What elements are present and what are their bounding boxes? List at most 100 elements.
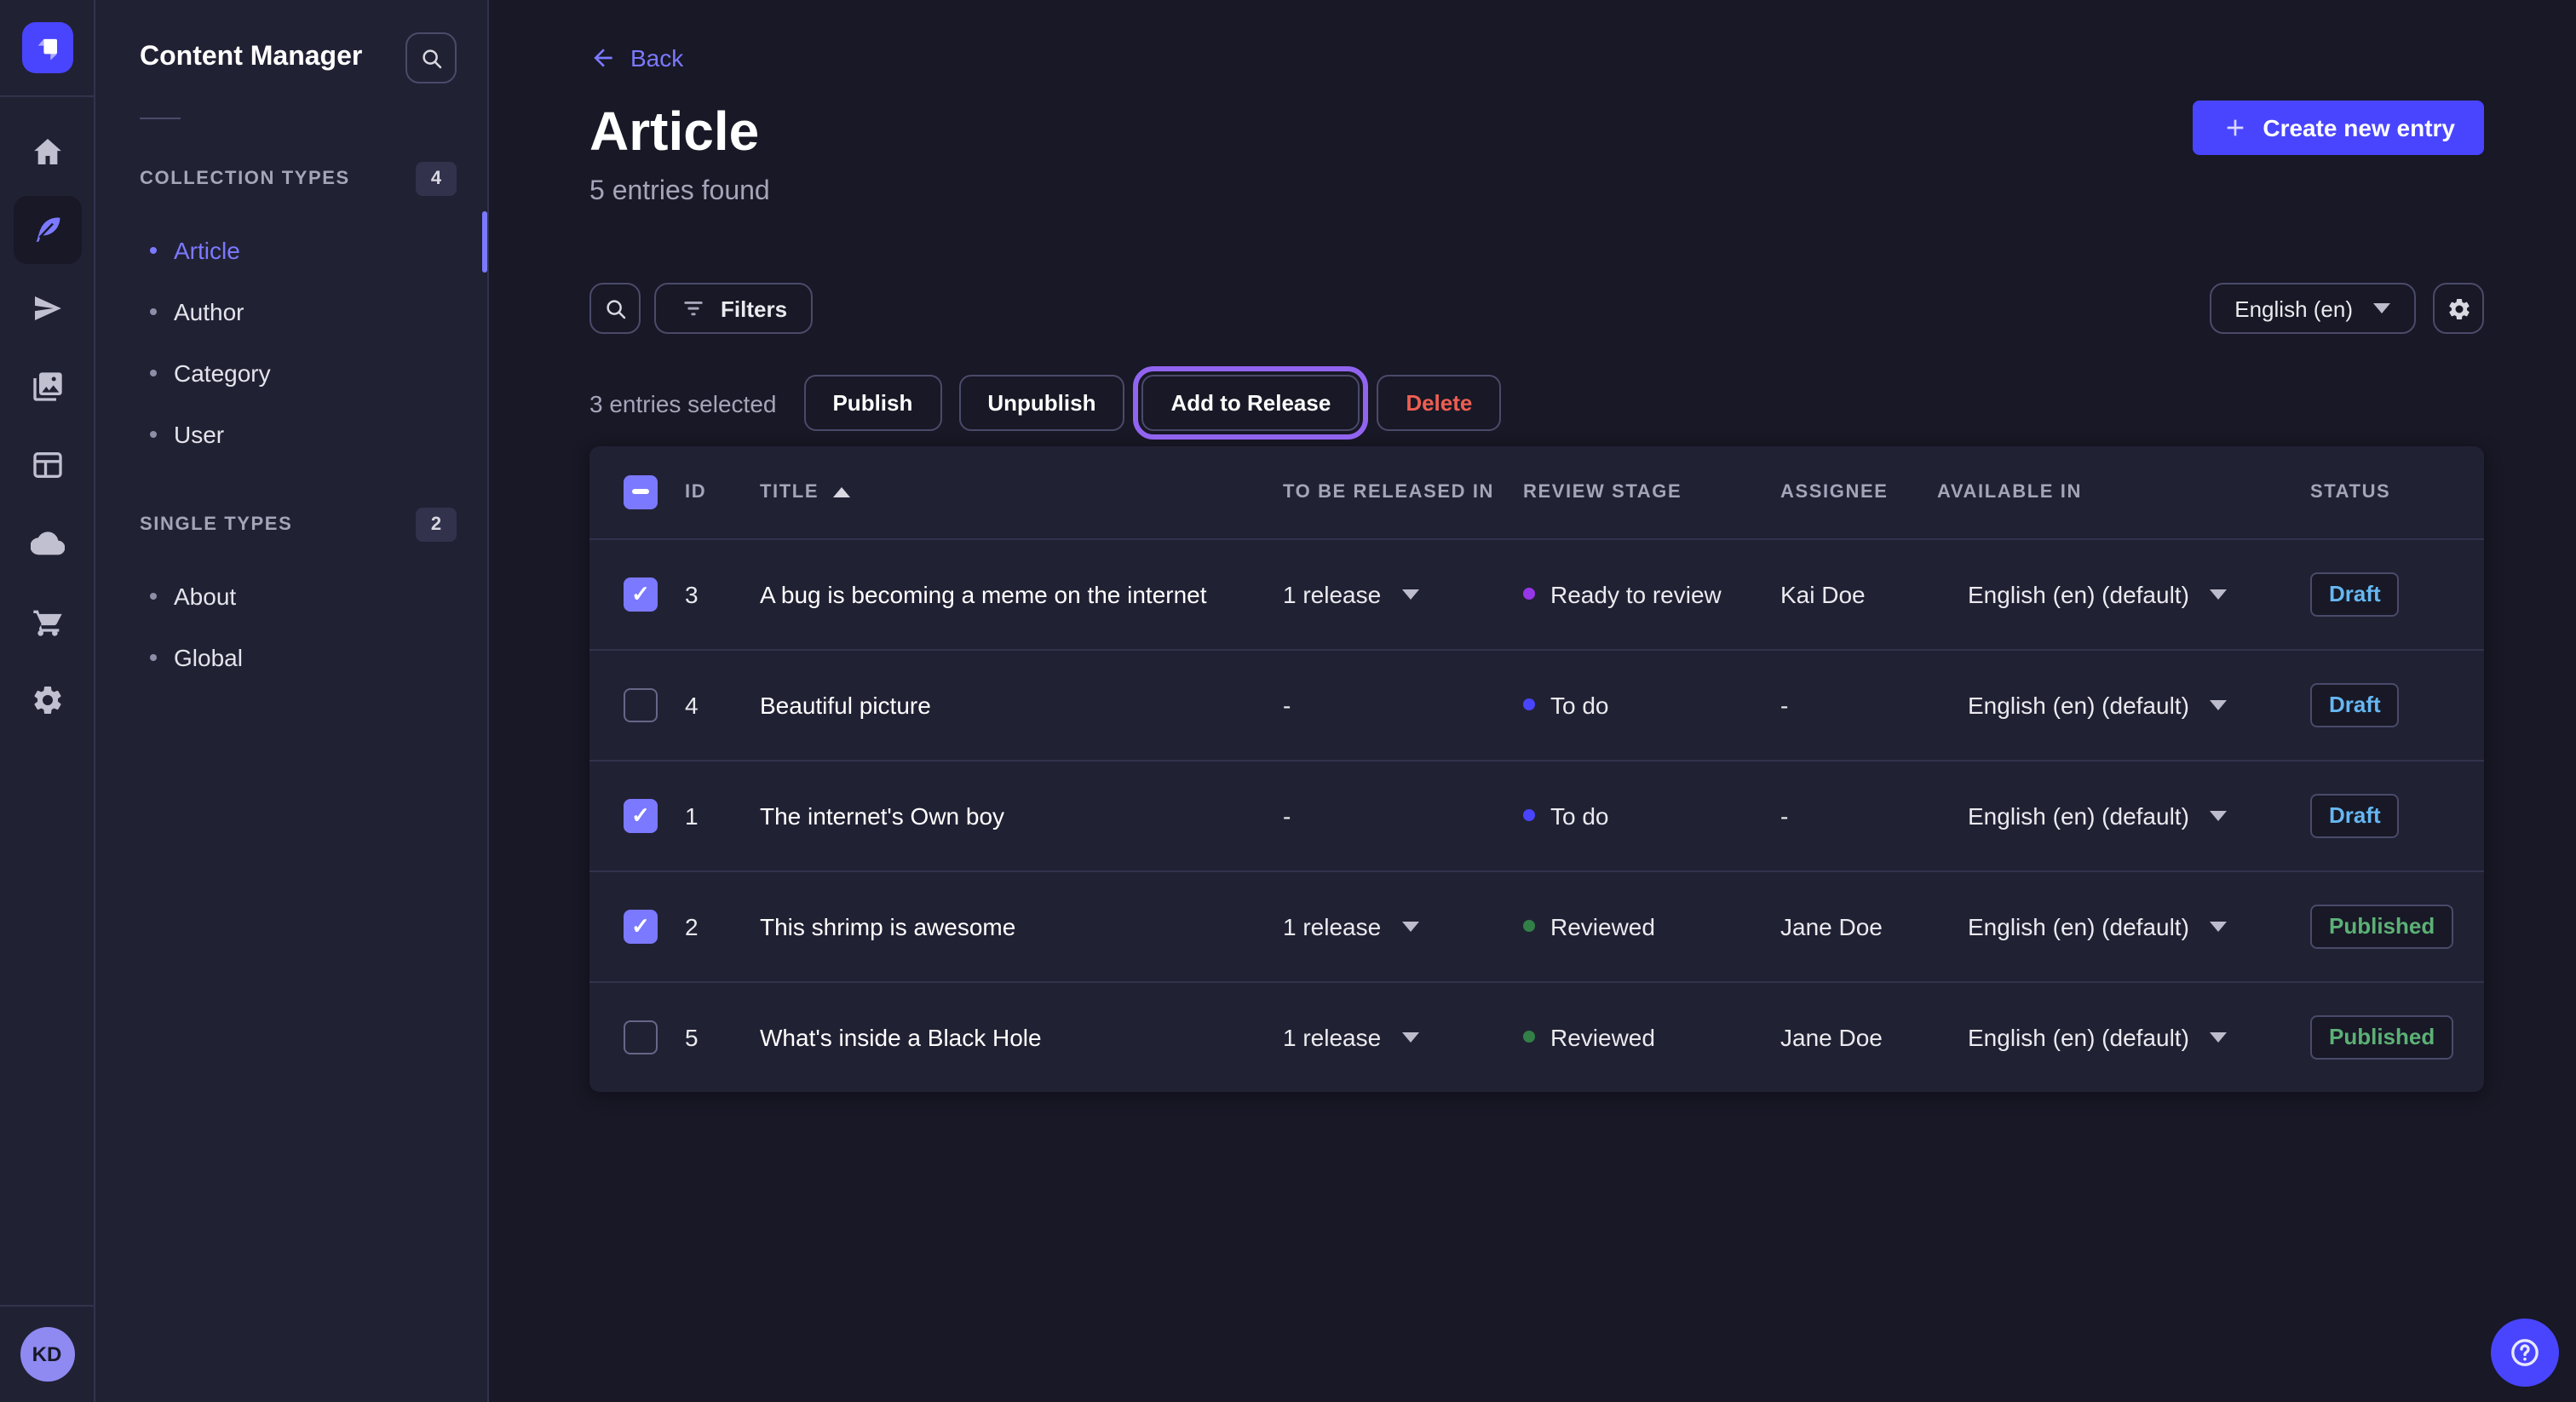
bullet-icon: [150, 431, 157, 438]
table-row[interactable]: 4Beautiful picture-To do-English (en) (d…: [589, 649, 2484, 760]
gear-icon: [30, 683, 64, 717]
row-checkbox[interactable]: [624, 577, 658, 611]
column-header-review-stage[interactable]: REVIEW STAGE: [1523, 446, 1780, 538]
nav-releases[interactable]: [13, 274, 81, 342]
locale-select[interactable]: English (en): [2209, 283, 2416, 334]
select-all-checkbox[interactable]: [624, 475, 658, 509]
chevron-down-icon[interactable]: [2210, 1032, 2227, 1043]
nav-cloud[interactable]: [13, 509, 81, 577]
user-avatar[interactable]: KD: [20, 1327, 74, 1382]
unpublish-button[interactable]: Unpublish: [958, 375, 1124, 431]
bullet-icon: [150, 654, 157, 661]
column-header-title[interactable]: TITLE: [760, 446, 1283, 538]
locale-value: English (en) (default): [1968, 1024, 2189, 1051]
search-icon: [418, 45, 444, 71]
back-link[interactable]: Back: [589, 44, 683, 72]
entries-table-card: ID TITLE TO BE RELEASED IN REVIEW STAGEASSI…: [589, 446, 2484, 1092]
nav-content-type-builder[interactable]: [13, 431, 81, 499]
feather-icon: [30, 213, 64, 247]
release-value: 1 release: [1283, 912, 1381, 939]
chevron-down-icon[interactable]: [2210, 699, 2227, 710]
sidebar-item-article[interactable]: Article: [95, 220, 487, 281]
search-icon: [602, 296, 628, 321]
column-label: ID: [685, 482, 706, 503]
sidebar-item-category[interactable]: Category: [95, 342, 487, 404]
stage-label: Reviewed: [1550, 912, 1655, 939]
table-row[interactable]: 3A bug is becoming a meme on the interne…: [589, 538, 2484, 649]
back-label: Back: [630, 44, 683, 72]
plus-icon: [2222, 114, 2249, 141]
chevron-down-icon[interactable]: [1401, 921, 1418, 931]
sidebar-item-global[interactable]: Global: [95, 627, 487, 688]
row-checkbox[interactable]: [624, 687, 658, 721]
cell-review-stage: To do: [1523, 760, 1780, 871]
chevron-down-icon[interactable]: [1401, 589, 1418, 599]
bullet-icon: [150, 247, 157, 254]
cell-id: 3: [685, 538, 760, 649]
release-value: 1 release: [1283, 1024, 1381, 1051]
column-header-available-in[interactable]: AVAILABLE IN: [1937, 446, 2310, 538]
sidebar-item-about[interactable]: About: [95, 566, 487, 627]
help-button[interactable]: [2491, 1319, 2559, 1387]
sidebar-sections: COLLECTION TYPES4ArticleAuthorCategoryUs…: [95, 162, 487, 688]
filters-label: Filters: [721, 296, 787, 321]
cell-assignee: -: [1780, 760, 1937, 871]
pictures-icon: [30, 370, 64, 404]
column-header-assignee[interactable]: ASSIGNEE: [1780, 446, 1937, 538]
cell-title: A bug is becoming a meme on the internet: [760, 538, 1283, 649]
table-row[interactable]: 5What's inside a Black Hole1 releaseRevi…: [589, 981, 2484, 1092]
main-content: Back Article 5 entries found Create new …: [489, 0, 2576, 1402]
cloud-icon: [30, 526, 64, 560]
filters-button[interactable]: Filters: [654, 283, 813, 334]
chevron-down-icon[interactable]: [1401, 1032, 1418, 1043]
column-header-status[interactable]: STATUS: [2310, 446, 2484, 538]
sidebar-search-button[interactable]: [405, 32, 457, 83]
sidebar-item-author[interactable]: Author: [95, 281, 487, 342]
chevron-down-icon[interactable]: [2210, 589, 2227, 599]
cell-title: The internet's Own boy: [760, 760, 1283, 871]
app-root: KD Content Manager COLLECTION TYPES4Arti…: [0, 0, 2576, 1402]
cart-icon: [30, 605, 64, 639]
sidebar-item-label: Category: [174, 359, 271, 387]
add-to-release-button[interactable]: Add to Release: [1141, 375, 1360, 431]
locale-value: English (en) (default): [1968, 912, 2189, 939]
locale-value: English (en) (default): [1968, 580, 2189, 607]
delete-button[interactable]: Delete: [1377, 375, 1501, 431]
table-search-button[interactable]: [589, 283, 641, 334]
logo-area: [0, 0, 94, 97]
column-label: TO BE RELEASED IN: [1283, 482, 1494, 503]
chevron-down-icon[interactable]: [2210, 810, 2227, 820]
sidebar-item-label: Author: [174, 298, 244, 325]
cell-available-in: English (en) (default): [1937, 981, 2310, 1092]
view-settings-button[interactable]: [2433, 283, 2484, 334]
arrow-left-icon: [589, 44, 617, 72]
strapi-logo[interactable]: [21, 22, 72, 73]
chevron-down-icon[interactable]: [2210, 921, 2227, 931]
content-manager-sidebar: Content Manager COLLECTION TYPES4Article…: [95, 0, 489, 1402]
table-row[interactable]: 2This shrimp is awesome1 releaseReviewed…: [589, 871, 2484, 981]
cell-release: 1 release: [1283, 871, 1523, 981]
column-label: TITLE: [760, 482, 819, 503]
nav-marketplace[interactable]: [13, 588, 81, 656]
row-checkbox[interactable]: [624, 909, 658, 943]
row-checkbox[interactable]: [624, 798, 658, 832]
column-header-id[interactable]: ID: [685, 446, 760, 538]
nav-media-library[interactable]: [13, 353, 81, 421]
create-new-entry-button[interactable]: Create new entry: [2193, 101, 2484, 155]
section-head: SINGLE TYPES2: [95, 508, 487, 542]
nav-content-manager[interactable]: [13, 196, 81, 264]
sidebar-scrollbar-thumb[interactable]: [482, 211, 487, 273]
nav-settings[interactable]: [13, 666, 81, 734]
sidebar-item-user[interactable]: User: [95, 404, 487, 465]
paper-plane-icon: [30, 291, 64, 325]
table-row[interactable]: 1The internet's Own boy-To do-English (e…: [589, 760, 2484, 871]
nav-home[interactable]: [13, 118, 81, 186]
strapi-logo-icon: [28, 29, 66, 66]
column-header-to-be-released-in[interactable]: TO BE RELEASED IN: [1283, 446, 1523, 538]
selection-count: 3 entries selected: [589, 389, 776, 417]
cell-id: 5: [685, 981, 760, 1092]
row-checkbox[interactable]: [624, 1020, 658, 1054]
section-label: COLLECTION TYPES: [140, 169, 350, 189]
publish-button[interactable]: Publish: [803, 375, 941, 431]
page-title: Article: [589, 101, 770, 164]
